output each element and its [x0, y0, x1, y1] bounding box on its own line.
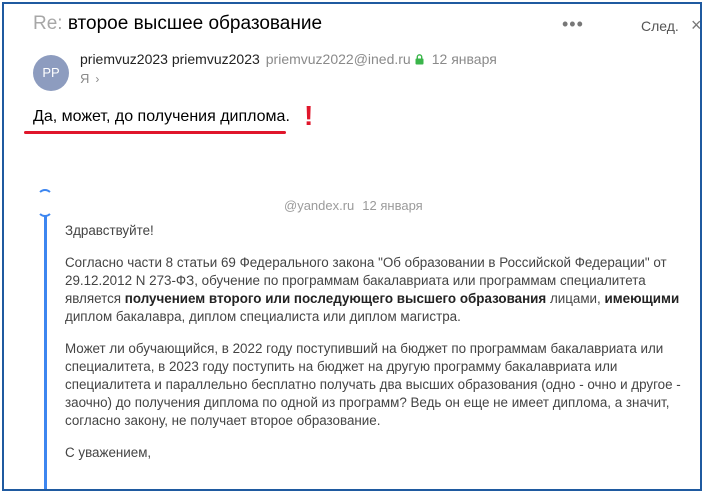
close-icon[interactable]: × [691, 15, 700, 36]
quoted-header: @yandex.ru 12 января [284, 198, 423, 213]
next-email-button[interactable]: След. [641, 18, 679, 34]
text-segment: диплом бакалавра, диплом специалиста или… [65, 309, 461, 324]
quoted-message: Здравствуйте! Согласно части 8 статьи 69… [65, 222, 689, 476]
quoted-paragraph-2: Может ли обучающийся, в 2022 году поступ… [65, 341, 681, 428]
quote-bar [44, 196, 47, 489]
quoted-date: 12 января [362, 198, 423, 213]
sender-date: 12 января [431, 51, 497, 67]
sender-info: priemvuz2023 priemvuz2023 priemvuz2022@in… [80, 51, 497, 68]
exclamation-mark-annotation: ! [304, 100, 314, 131]
subject-prefix: Re: [33, 13, 63, 34]
lock-icon [415, 52, 424, 68]
bold-segment: имеющими [604, 291, 680, 306]
reply-message: Да, может, до получения диплома. [33, 108, 290, 125]
recipient-label: Я [80, 71, 90, 86]
subject-bar: Re: второе высшее образование ••• След. … [4, 4, 700, 46]
quoted-from[interactable]: @yandex.ru [284, 198, 354, 213]
quoted-closing: С уважением, [65, 445, 152, 460]
sender-email[interactable]: priemvuz2022@ined.ru [266, 51, 411, 67]
bold-segment: получением второго или последующего высш… [124, 291, 547, 306]
sender-name[interactable]: priemvuz2023 priemvuz2023 [80, 51, 260, 67]
red-underline-annotation [24, 131, 286, 134]
email-subject: Re: второе высшее образование [33, 13, 322, 35]
chevron-right-icon: › [95, 72, 100, 86]
more-actions-icon[interactable]: ••• [562, 14, 584, 35]
email-viewer: Re: второе высшее образование ••• След. … [2, 2, 702, 491]
quote-expand-handle[interactable] [37, 189, 53, 217]
sender-avatar[interactable]: PP [33, 55, 69, 91]
subject-text: второе высшее образование [67, 13, 323, 34]
quoted-paragraph-1: Согласно части 8 статьи 69 Федерального … [65, 254, 689, 326]
quoted-greeting: Здравствуйте! [65, 223, 154, 238]
text-segment: лицами, [546, 291, 605, 306]
recipients-toggle[interactable]: Я › [80, 71, 99, 86]
